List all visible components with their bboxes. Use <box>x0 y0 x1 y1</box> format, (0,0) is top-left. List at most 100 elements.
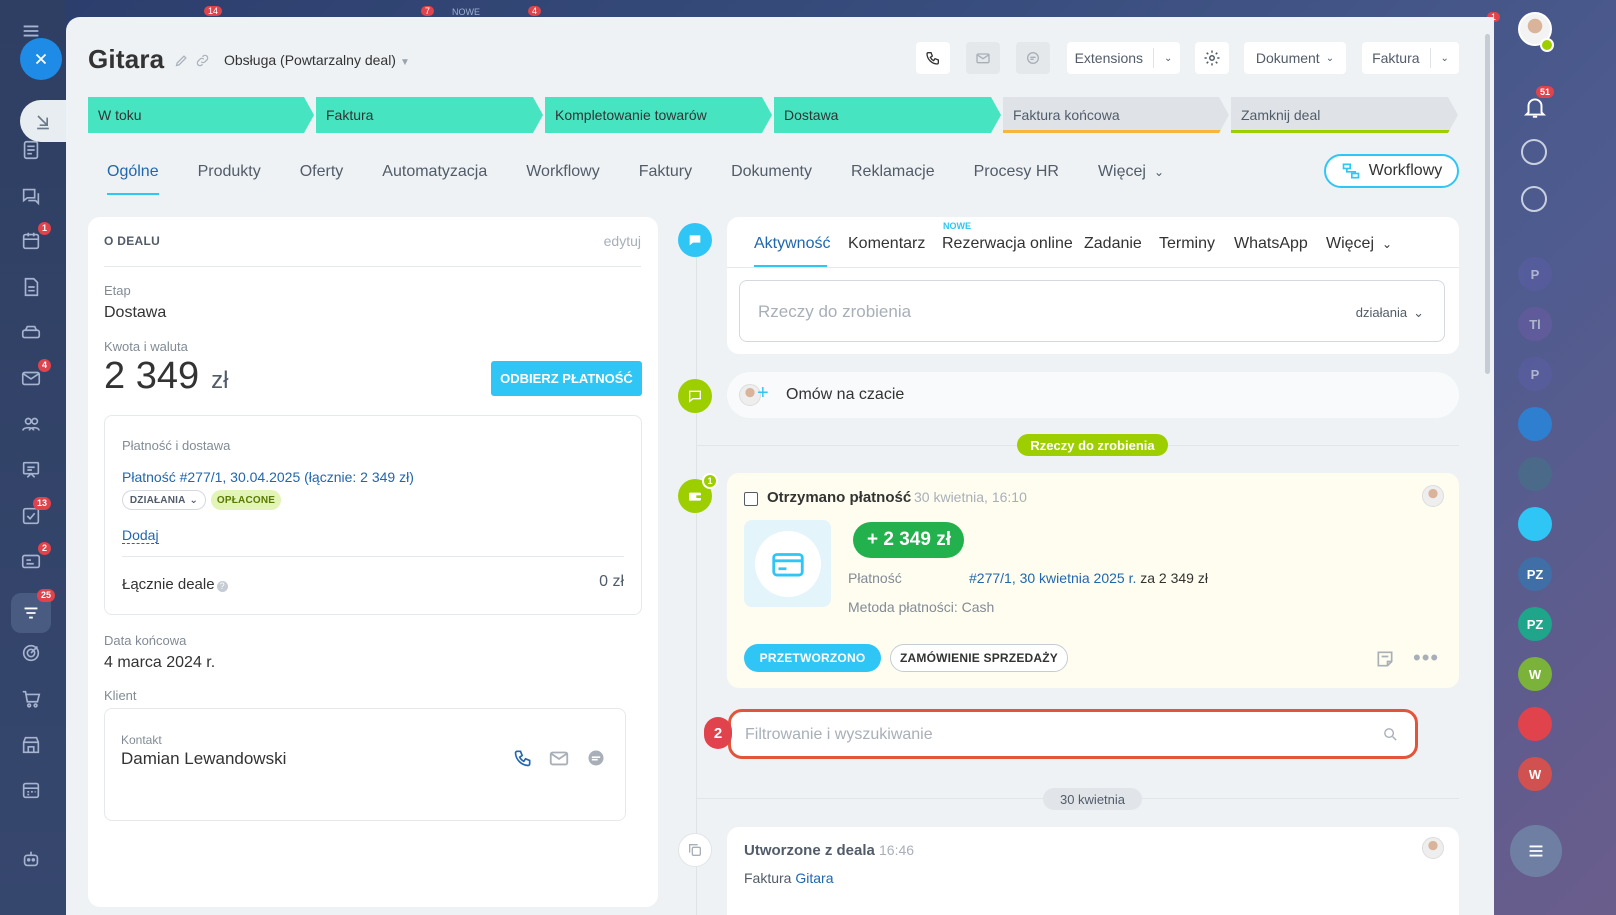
tab-label: Dokumenty <box>731 163 812 180</box>
stage-kompletowanie[interactable]: Kompletowanie towarów <box>545 97 772 133</box>
payment-link[interactable]: Płatność #277/1, 30.04.2025 (łącznie: 2 … <box>122 469 414 485</box>
goal-icon[interactable] <box>1521 139 1547 165</box>
todo-input[interactable]: Rzeczy do zrobienia działania ⌄ <box>739 280 1445 342</box>
chat-avatar[interactable]: P <box>1518 357 1552 391</box>
store-icon[interactable] <box>18 732 44 758</box>
tab-automatyzacja[interactable]: Automatyzacja <box>382 155 487 195</box>
bell-icon[interactable]: 51 <box>1522 86 1555 120</box>
workflow-button[interactable]: Workflowy <box>1324 154 1459 188</box>
note-icon[interactable] <box>1375 649 1395 669</box>
online-status-icon <box>1540 38 1554 52</box>
tab-procesy-hr[interactable]: Procesy HR <box>974 155 1059 195</box>
editor-tab-rezerwacja[interactable]: Rezerwacja online <box>942 235 1073 253</box>
users-icon[interactable] <box>18 411 44 437</box>
chat-avatar[interactable]: PZ <box>1518 607 1552 641</box>
sales-order-button[interactable]: ZAMÓWIENIE SPRZEDAŻY <box>890 644 1068 672</box>
tab-wiecej[interactable]: Więcej ⌄ <box>1098 155 1164 195</box>
help-icon[interactable]: ? <box>216 581 228 592</box>
pencil-icon[interactable] <box>174 53 189 68</box>
author-avatar[interactable] <box>1422 837 1444 859</box>
editor-tab-zadanie[interactable]: Zadanie <box>1084 235 1142 253</box>
amount-value: 2 349 zł <box>104 355 228 398</box>
tab-workflowy[interactable]: Workflowy <box>526 155 600 195</box>
panel-scrollbar[interactable] <box>1485 34 1490 374</box>
file-icon[interactable] <box>18 274 44 300</box>
chat-avatar[interactable] <box>1518 707 1552 741</box>
email-button[interactable] <box>966 42 1000 74</box>
payment-reference-link[interactable]: #277/1, 30 kwietnia 2025 r. <box>969 570 1136 586</box>
tab-oferty[interactable]: Oferty <box>300 155 344 195</box>
tasks-icon[interactable]: 13 <box>18 497 51 529</box>
processed-button[interactable]: PRZETWORZONO <box>744 644 881 672</box>
minimize-button[interactable] <box>20 100 66 142</box>
tab-reklamacje[interactable]: Reklamacje <box>851 155 935 195</box>
chat-avatar[interactable]: W <box>1518 657 1552 691</box>
search-chat-icon[interactable] <box>1521 186 1547 212</box>
target-icon[interactable] <box>18 640 44 666</box>
extensions-button[interactable]: Extensions ⌄ <box>1067 42 1180 74</box>
payment-checkbox[interactable] <box>744 492 758 506</box>
editor-tab-wiecej[interactable]: Więcej ⌄ <box>1326 235 1392 253</box>
chat-avatar[interactable]: P <box>1518 257 1552 291</box>
stage-faktura[interactable]: Faktura <box>316 97 543 133</box>
message-button[interactable] <box>1016 42 1050 74</box>
cards-icon[interactable]: 2 <box>18 542 51 574</box>
filter-search-input[interactable]: Filtrowanie i wyszukiwanie <box>728 709 1418 759</box>
chat-avatar[interactable]: PZ <box>1518 557 1552 591</box>
discuss-in-chat-row[interactable]: + Omów na czacie <box>727 372 1459 418</box>
stage-w-toku[interactable]: W toku <box>88 97 314 133</box>
chat-avatar[interactable]: W <box>1518 757 1552 791</box>
more-icon[interactable]: ••• <box>1413 645 1439 671</box>
drive-icon[interactable] <box>18 320 44 346</box>
deal-type-selector[interactable]: Obsługa (Powtarzalny deal) ▼ <box>224 52 410 68</box>
stage-faktura-koncowa[interactable]: Faktura końcowa <box>1003 97 1229 133</box>
editor-tab-terminy[interactable]: Terminy <box>1159 235 1215 253</box>
calendar-icon[interactable]: 1 <box>18 222 51 254</box>
settings-button[interactable] <box>1195 42 1229 74</box>
actions-dropdown[interactable]: działania ⌄ <box>1356 305 1424 321</box>
call-button[interactable] <box>916 42 950 74</box>
contact-name[interactable]: Damian Lewandowski <box>121 749 286 769</box>
chevron-down-icon: ⌄ <box>1164 52 1173 64</box>
author-avatar[interactable] <box>1422 485 1444 507</box>
add-link[interactable]: Dodaj <box>122 527 159 544</box>
editor-tab-komentarz[interactable]: Komentarz <box>848 235 925 253</box>
actions-dropdown[interactable]: DZIAŁANIA ⌄ <box>122 490 206 510</box>
chat-icon[interactable] <box>18 183 44 209</box>
add-participant-icon[interactable]: + <box>757 382 769 404</box>
robot-icon[interactable] <box>18 846 44 872</box>
menu-lines-button[interactable] <box>1510 825 1562 877</box>
mail-icon[interactable]: 4 <box>18 359 51 391</box>
created-link[interactable]: Gitara <box>795 870 833 886</box>
phone-icon[interactable] <box>513 748 533 768</box>
editor-divider <box>727 267 1459 268</box>
cart-icon[interactable] <box>18 686 44 712</box>
payment-time: 30 kwietnia, 16:10 <box>914 489 1027 505</box>
chat-avatar[interactable] <box>1518 507 1552 541</box>
chat-avatar[interactable] <box>1518 407 1552 441</box>
stage-zamknij-deal[interactable]: Zamknij deal <box>1231 97 1458 133</box>
tab-ogolne[interactable]: Ogólne <box>107 155 159 195</box>
presentation-icon[interactable] <box>18 457 44 483</box>
close-button[interactable] <box>20 38 62 80</box>
editor-tab-whatsapp[interactable]: WhatsApp <box>1234 235 1308 253</box>
message-icon[interactable] <box>586 748 606 768</box>
search-icon[interactable] <box>1382 726 1399 743</box>
document-button[interactable]: Dokument ⌄ <box>1244 42 1346 74</box>
stage-accent-line <box>1231 130 1450 133</box>
editor-tab-aktywnosc[interactable]: Aktywność <box>754 235 830 253</box>
invoice-button[interactable]: Faktura ⌄ <box>1362 42 1459 74</box>
receive-payment-button[interactable]: ODBIERZ PŁATNOŚĆ <box>491 361 642 396</box>
schedule-icon[interactable] <box>18 777 44 803</box>
edit-link[interactable]: edytuj <box>604 233 641 249</box>
crm-icon[interactable]: 25 <box>11 589 55 633</box>
mail-icon[interactable] <box>548 747 570 769</box>
stage-dostawa[interactable]: Dostawa <box>774 97 1001 133</box>
tab-produkty[interactable]: Produkty <box>198 155 261 195</box>
counter-badge: 14 <box>204 6 223 16</box>
tab-dokumenty[interactable]: Dokumenty <box>731 155 812 195</box>
chat-avatar[interactable] <box>1518 457 1552 491</box>
chat-avatar[interactable]: Tl <box>1518 307 1552 341</box>
link-icon[interactable] <box>195 53 210 68</box>
tab-faktury[interactable]: Faktury <box>639 155 692 195</box>
